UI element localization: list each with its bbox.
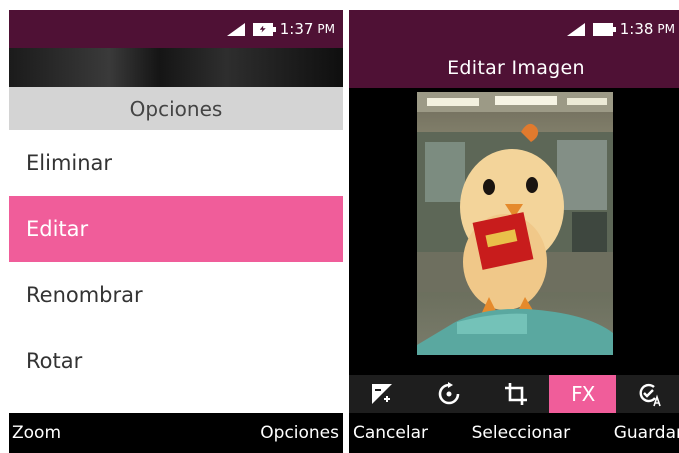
crop-icon — [504, 383, 527, 405]
fx-icon: FX — [571, 382, 595, 406]
menu-title: Opciones — [9, 87, 343, 130]
softkey-options[interactable]: Opciones — [260, 423, 339, 443]
edit-image-screen: 1:38 PM Editar Imagen FX Cancelar Selecc… — [349, 10, 679, 453]
auto-enhance-icon — [639, 383, 661, 407]
menu-item-rotar[interactable]: Rotar — [9, 328, 343, 394]
softkey-save[interactable]: Guardar — [614, 423, 679, 443]
menu-item-editar[interactable]: Editar — [9, 196, 343, 262]
signal-icon — [226, 22, 245, 36]
status-bar: 1:38 PM — [349, 10, 679, 48]
signal-icon — [566, 22, 585, 36]
menu-item-renombrar[interactable]: Renombrar — [9, 262, 343, 328]
menu-item-eliminar[interactable]: Eliminar — [9, 130, 343, 196]
photo-preview — [417, 92, 613, 355]
softkey-bar: Zoom Opciones — [9, 413, 343, 453]
status-bar: 1:37 PM — [9, 10, 343, 48]
status-time: 1:38 — [619, 20, 654, 38]
exposure-icon — [372, 384, 393, 404]
edit-toolbar: FX — [349, 375, 679, 413]
softkey-zoom[interactable]: Zoom — [12, 423, 61, 443]
softkey-select[interactable]: Seleccionar — [472, 423, 570, 443]
tool-fx[interactable]: FX — [549, 375, 617, 413]
background-image-strip — [9, 48, 343, 87]
battery-icon — [592, 22, 616, 36]
tool-rotate[interactable] — [416, 375, 483, 413]
photo-image — [417, 92, 613, 355]
softkey-bar: Cancelar Seleccionar Guardar — [349, 413, 679, 453]
battery-charging-icon — [252, 22, 276, 36]
rotate-icon — [438, 382, 460, 405]
tool-exposure[interactable] — [349, 375, 416, 413]
tool-crop[interactable] — [483, 375, 550, 413]
status-ampm: PM — [317, 22, 335, 36]
page-title: Editar Imagen — [349, 48, 679, 88]
status-time: 1:37 — [279, 20, 314, 38]
tool-auto-enhance[interactable] — [616, 375, 679, 413]
status-ampm: PM — [657, 22, 675, 36]
options-screen: 1:37 PM Opciones Eliminar Editar Renombr… — [9, 10, 343, 453]
softkey-cancel[interactable]: Cancelar — [353, 423, 428, 443]
